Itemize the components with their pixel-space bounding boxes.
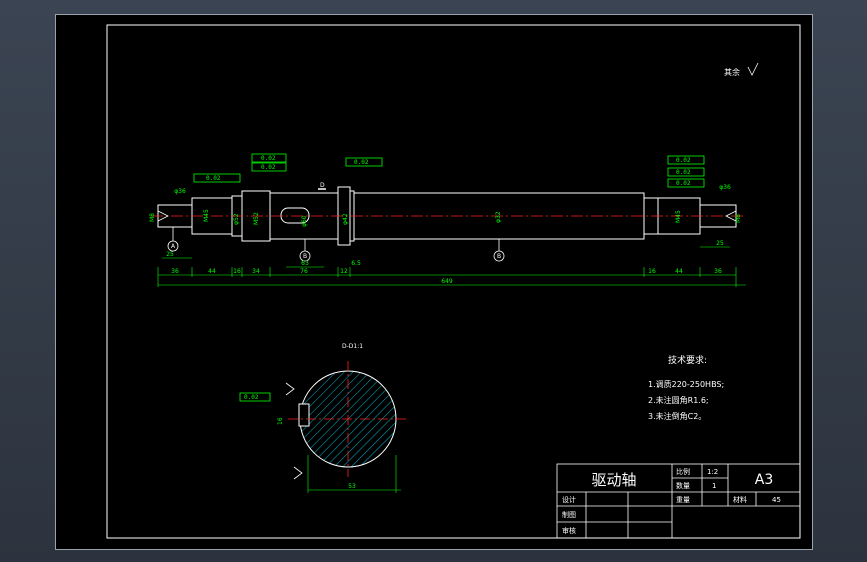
drawing-canvas: 其余 M8 M45 φ52 M52 φ60 φ42 φ32 M45 M8 0.0… [106, 24, 801, 539]
drawing-border [106, 24, 801, 539]
svg-text:0.02: 0.02 [261, 164, 276, 171]
svg-text:16: 16 [648, 268, 656, 275]
svg-text:6.5: 6.5 [351, 260, 361, 267]
roughness-symbol-icon [747, 62, 759, 76]
svg-text:数量: 数量 [676, 481, 690, 490]
tech-item-1: 1.调质220-250HBS; [648, 379, 724, 389]
cad-drawing-viewport[interactable]: 其余 M8 M45 φ52 M52 φ60 φ42 φ32 M45 M8 0.0… [55, 14, 813, 550]
svg-text:1:2: 1:2 [707, 468, 718, 476]
svg-text:25: 25 [716, 240, 724, 247]
svg-text:φ36: φ36 [719, 184, 731, 191]
section-view [285, 361, 408, 493]
corner-note: 其余 [724, 67, 740, 77]
svg-text:0.02: 0.02 [206, 175, 221, 182]
svg-text:φ36: φ36 [174, 188, 186, 195]
svg-text:M8: M8 [149, 213, 156, 222]
section-depth-dim: 16 [277, 417, 284, 425]
svg-text:设计: 设计 [562, 495, 576, 504]
svg-text:B: B [303, 253, 307, 260]
svg-text:φ60: φ60 [301, 215, 308, 227]
section-width-dim: 53 [348, 483, 356, 490]
svg-text:12: 12 [340, 268, 348, 275]
svg-text:M52: M52 [253, 212, 260, 225]
section-mark-d: D [320, 182, 325, 189]
svg-text:45: 45 [772, 496, 781, 504]
svg-text:44: 44 [208, 268, 216, 275]
tech-item-3: 3.未注倒角C2。 [648, 411, 706, 421]
svg-text:B: B [497, 253, 501, 260]
svg-text:25: 25 [166, 251, 174, 258]
svg-text:0.02: 0.02 [244, 394, 259, 401]
svg-text:φ52: φ52 [233, 213, 240, 225]
svg-text:φ32: φ32 [495, 211, 502, 223]
part-name: 驱动轴 [591, 471, 636, 489]
svg-text:649: 649 [441, 278, 453, 285]
svg-text:0.02: 0.02 [676, 169, 691, 176]
svg-text:M45: M45 [203, 209, 210, 222]
svg-text:76: 76 [300, 268, 308, 275]
datum-letters: A B B [171, 243, 501, 260]
tech-title: 技术要求: [668, 354, 707, 366]
svg-text:1: 1 [712, 482, 716, 490]
section-title: D-D1:1 [342, 343, 363, 350]
svg-text:A: A [171, 243, 176, 250]
svg-text:0.02: 0.02 [676, 157, 691, 164]
svg-text:63: 63 [301, 260, 309, 267]
svg-text:M8: M8 [735, 214, 742, 223]
svg-text:材料: 材料 [733, 495, 747, 504]
svg-text:比例: 比例 [676, 467, 690, 476]
datum-markers [167, 227, 505, 262]
svg-text:36: 36 [714, 268, 722, 275]
svg-text:16: 16 [233, 268, 241, 275]
tech-item-2: 2.未注圆角R1.6; [648, 395, 709, 405]
diameter-labels: M8 M45 φ52 M52 φ60 φ42 φ32 M45 M8 [149, 209, 742, 227]
svg-text:0.02: 0.02 [261, 155, 276, 162]
svg-text:φ42: φ42 [342, 213, 349, 225]
svg-text:0.02: 0.02 [354, 159, 369, 166]
paper-size: A3 [755, 472, 773, 488]
svg-text:审核: 审核 [562, 526, 576, 535]
svg-text:重量: 重量 [676, 496, 690, 504]
svg-text:36: 36 [171, 268, 179, 275]
svg-text:34: 34 [252, 268, 260, 275]
svg-text:0.02: 0.02 [676, 180, 691, 187]
svg-text:44: 44 [675, 268, 683, 275]
svg-text:M45: M45 [675, 210, 682, 223]
svg-text:制图: 制图 [562, 510, 576, 519]
